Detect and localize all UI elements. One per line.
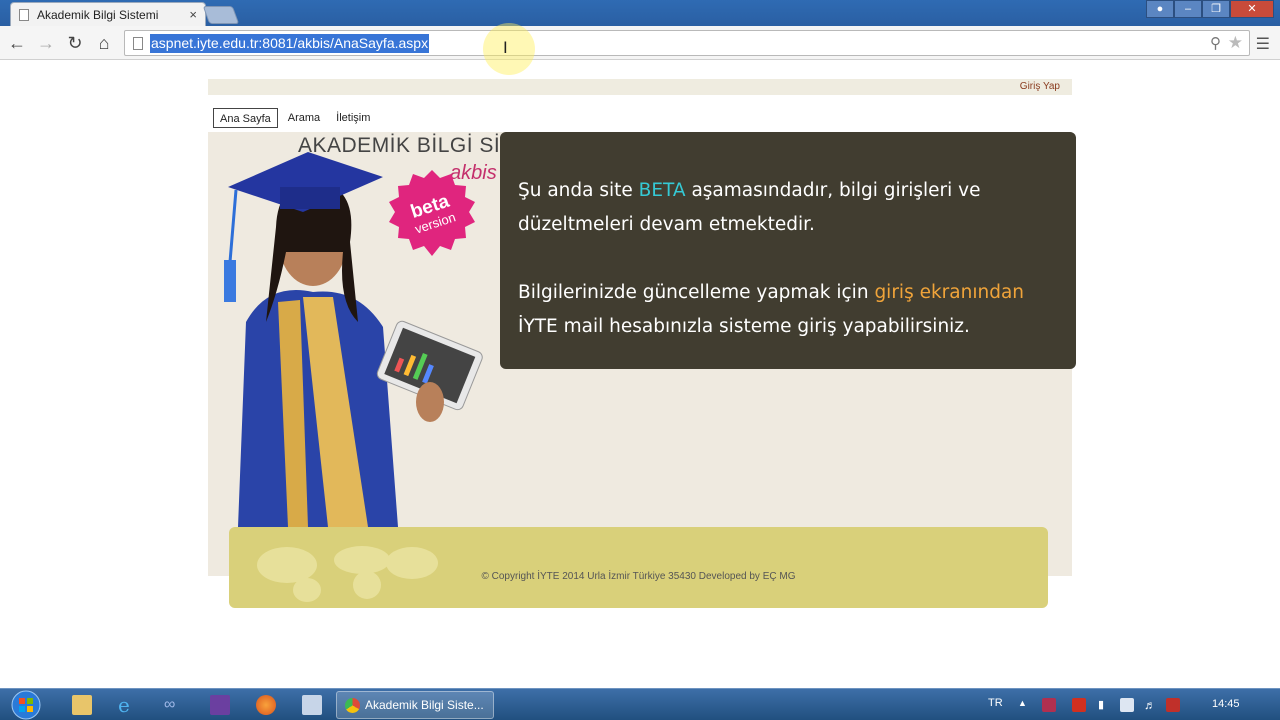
internet-explorer-icon[interactable]: e: [118, 695, 138, 715]
world-map-icon: [257, 546, 438, 602]
visual-studio-icon[interactable]: [210, 695, 230, 715]
browser-titlebar: Akademik Bilgi Sistemi × ● – ❐ ✕: [0, 0, 1280, 26]
home-icon[interactable]: ⌂: [93, 32, 115, 54]
tray-app-icon[interactable]: [1042, 698, 1056, 712]
tab-close-icon[interactable]: ×: [189, 7, 197, 22]
info-paragraph-2: Bilgilerinizde güncelleme yapmak için gi…: [518, 282, 1025, 337]
beta-highlight: BETA: [638, 180, 686, 201]
main-nav: Ana Sayfa Arama İletişim: [213, 108, 376, 128]
search-icon[interactable]: ⚲: [1210, 34, 1221, 52]
chrome-icon: [345, 698, 360, 713]
login-screen-link[interactable]: giriş ekranından: [874, 282, 1024, 303]
show-hidden-icons[interactable]: ▲: [1018, 698, 1032, 712]
volume-icon[interactable]: ♬: [1144, 698, 1158, 712]
beta-badge-icon: beta version: [389, 170, 475, 256]
browser-tab[interactable]: Akademik Bilgi Sistemi ×: [10, 2, 206, 26]
security-icon[interactable]: [1166, 698, 1180, 712]
taskbar-chrome-window[interactable]: Akademik Bilgi Siste...: [336, 691, 494, 719]
top-strip: Giriş Yap: [208, 79, 1072, 95]
restore-button[interactable]: ❐: [1202, 0, 1230, 18]
app-icon[interactable]: ∞: [164, 695, 184, 715]
firefox-icon[interactable]: [256, 695, 276, 715]
close-window-button[interactable]: ✕: [1230, 0, 1274, 18]
page-info-icon[interactable]: [133, 37, 143, 50]
explorer-icon[interactable]: [72, 695, 92, 715]
text-cursor-icon: I: [503, 38, 508, 57]
address-bar[interactable]: aspnet.iyte.edu.tr:8081/akbis/AnaSayfa.a…: [124, 30, 1250, 56]
language-indicator[interactable]: TR: [988, 697, 1003, 709]
new-tab-button[interactable]: [202, 6, 240, 24]
browser-toolbar: ← → ↻ ⌂ aspnet.iyte.edu.tr:8081/akbis/An…: [0, 26, 1280, 60]
tray-flag-icon[interactable]: [1072, 698, 1086, 712]
remote-desktop-icon[interactable]: [302, 695, 322, 715]
url-text[interactable]: aspnet.iyte.edu.tr:8081/akbis/AnaSayfa.a…: [150, 34, 430, 53]
footer: © Copyright İYTE 2014 Urla İzmir Türkiye…: [229, 527, 1048, 608]
tab-title: Akademik Bilgi Sistemi: [37, 7, 159, 22]
back-arrow-icon[interactable]: ←: [6, 32, 28, 54]
forward-arrow-icon[interactable]: →: [35, 32, 57, 54]
taskbar: e ∞ Akademik Bilgi Siste... TR ▲ ▮ ♬ 14:…: [0, 688, 1280, 720]
info-box: Şu anda site BETA aşamasındadır, bilgi g…: [500, 132, 1076, 369]
network-icon[interactable]: ▮: [1098, 698, 1112, 712]
cursor-highlight: [483, 23, 535, 75]
device-icon[interactable]: [1120, 698, 1134, 712]
start-button-icon[interactable]: [4, 689, 44, 720]
nav-search[interactable]: Arama: [282, 108, 326, 128]
user-icon[interactable]: ●: [1146, 0, 1174, 18]
window-controls: ● – ❐ ✕: [1146, 0, 1274, 18]
info-paragraph-1: Şu anda site BETA aşamasındadır, bilgi g…: [518, 180, 981, 235]
minimize-button[interactable]: –: [1174, 0, 1202, 18]
copyright-text: © Copyright İYTE 2014 Urla İzmir Türkiye…: [481, 571, 796, 582]
nav-home[interactable]: Ana Sayfa: [213, 108, 278, 128]
login-link[interactable]: Giriş Yap: [1020, 81, 1060, 92]
clock[interactable]: 14:45: [1212, 698, 1240, 710]
reload-icon[interactable]: ↻: [64, 32, 86, 54]
bookmark-star-icon[interactable]: ★: [1228, 33, 1243, 53]
menu-icon[interactable]: ☰: [1256, 34, 1270, 54]
nav-contact[interactable]: İletişim: [330, 108, 376, 128]
page-icon: [19, 8, 29, 21]
